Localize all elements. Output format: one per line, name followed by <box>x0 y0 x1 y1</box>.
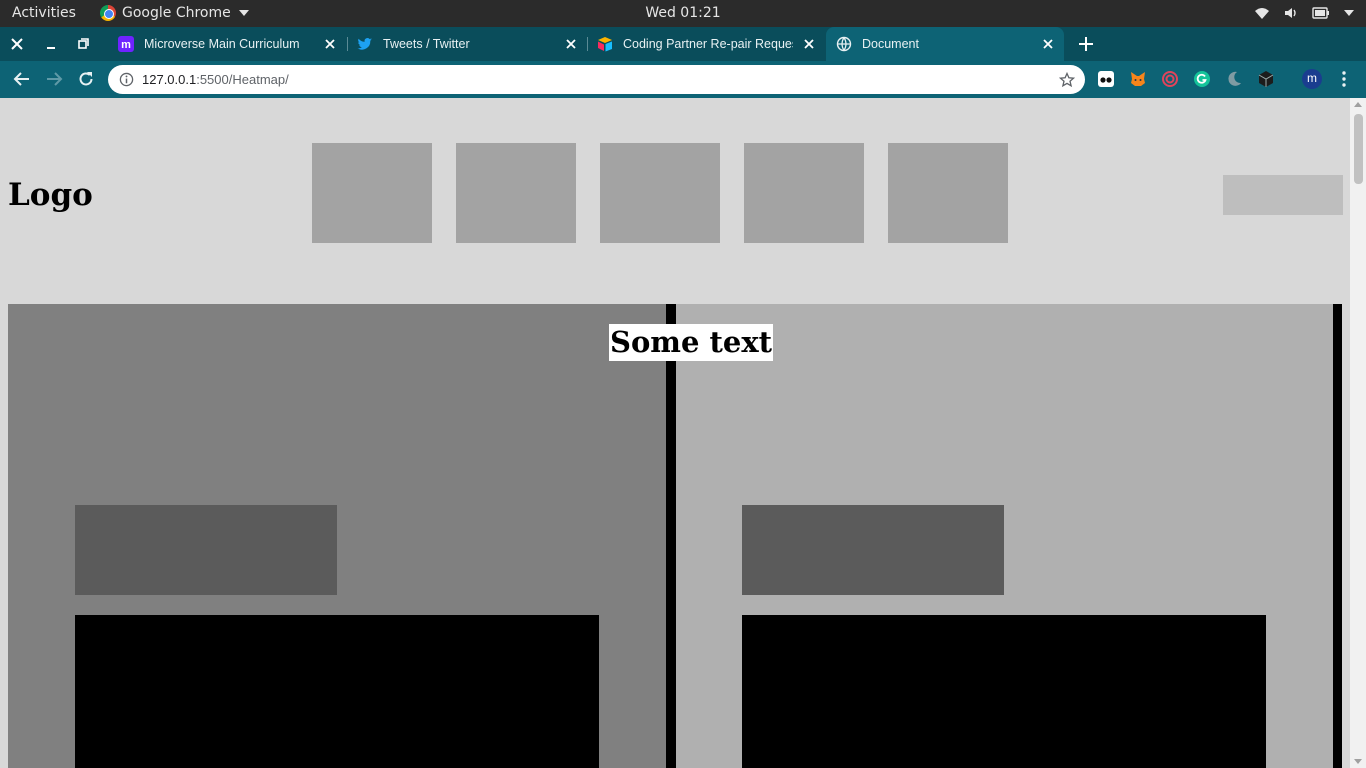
glasses-extension-icon[interactable] <box>1097 70 1115 88</box>
system-tray[interactable] <box>1254 6 1354 20</box>
svg-text:m: m <box>121 39 131 51</box>
spiral-extension-icon[interactable] <box>1161 70 1179 88</box>
microverse-icon: m <box>118 36 134 52</box>
close-window-icon[interactable] <box>9 36 25 52</box>
hero-heading: Some text <box>609 324 774 361</box>
right-panel-box <box>742 505 1004 595</box>
cube-extension-icon[interactable] <box>1257 70 1275 88</box>
airtable-icon <box>598 37 612 52</box>
wifi-icon <box>1255 8 1269 19</box>
chevron-down-icon <box>238 10 249 16</box>
nav-placeholder-3[interactable] <box>600 143 720 243</box>
tab-title: Coding Partner Re-pair Request <box>623 37 793 51</box>
tab-separator <box>587 37 588 51</box>
right-edge-bar <box>1333 304 1342 768</box>
reload-icon[interactable] <box>77 70 95 88</box>
url-host: 127.0.0.1 <box>142 72 197 87</box>
tab-document[interactable]: Document <box>826 27 1064 61</box>
system-top-bar: Activities Google Chrome Wed 01:21 <box>0 0 1366 27</box>
system-menu-caret-icon <box>1344 10 1354 16</box>
tab-strip: m Microverse Main Curriculum Tweets / Tw… <box>0 27 1366 61</box>
right-panel-dark-block <box>742 615 1266 768</box>
chrome-logo-icon <box>100 5 116 21</box>
activities-button[interactable]: Activities <box>12 5 76 21</box>
close-tab-icon[interactable] <box>322 36 338 52</box>
app-menu-label: Google Chrome <box>122 5 231 21</box>
logo[interactable]: Logo <box>8 177 93 213</box>
nav-placeholder-4[interactable] <box>744 143 864 243</box>
left-panel-dark-block <box>75 615 599 768</box>
browser-toolbar: 127.0.0.1:5500/Heatmap/ m <box>0 61 1366 98</box>
volume-icon <box>1285 8 1296 18</box>
info-icon[interactable] <box>119 72 134 87</box>
address-bar[interactable]: 127.0.0.1:5500/Heatmap/ <box>108 65 1085 94</box>
tab-separator <box>347 37 348 51</box>
right-panel <box>676 304 1333 768</box>
battery-icon <box>1312 7 1329 19</box>
nav-placeholder-2[interactable] <box>456 143 576 243</box>
header-button-placeholder[interactable] <box>1223 175 1343 215</box>
new-tab-icon[interactable] <box>1077 35 1095 53</box>
twitter-icon <box>357 38 372 50</box>
restore-window-icon[interactable] <box>75 36 91 52</box>
left-panel <box>8 304 666 768</box>
page-viewport: Logo Some text <box>0 98 1350 768</box>
url-text: 127.0.0.1:5500/Heatmap/ <box>142 72 289 87</box>
scroll-up-arrow-icon[interactable] <box>1354 102 1362 107</box>
nav-placeholder-5[interactable] <box>888 143 1008 243</box>
grammarly-extension-icon[interactable] <box>1193 70 1211 88</box>
globe-icon <box>836 36 852 52</box>
tab-coding-partner[interactable]: Coding Partner Re-pair Request <box>589 27 825 61</box>
tab-title: Microverse Main Curriculum <box>144 37 300 51</box>
close-tab-icon[interactable] <box>563 36 579 52</box>
left-panel-box <box>75 505 337 595</box>
url-path: :5500/Heatmap/ <box>196 72 289 87</box>
moon-extension-icon[interactable] <box>1225 70 1243 88</box>
tab-title: Tweets / Twitter <box>383 37 470 51</box>
app-menu[interactable]: Google Chrome <box>100 5 249 21</box>
page-scrollbar[interactable] <box>1350 98 1366 768</box>
tab-title: Document <box>862 37 919 51</box>
scrollbar-thumb[interactable] <box>1354 114 1363 184</box>
nav-placeholder-1[interactable] <box>312 143 432 243</box>
profile-avatar[interactable]: m <box>1302 69 1322 89</box>
panel-divider <box>666 304 676 768</box>
tab-microverse[interactable]: m Microverse Main Curriculum <box>110 27 346 61</box>
scroll-down-arrow-icon[interactable] <box>1354 759 1362 764</box>
back-arrow-icon[interactable] <box>13 70 31 88</box>
forward-arrow-icon[interactable] <box>45 70 63 88</box>
more-menu-icon[interactable] <box>1337 70 1351 88</box>
close-tab-icon[interactable] <box>801 36 817 52</box>
minimize-window-icon[interactable] <box>43 36 59 52</box>
bookmark-star-icon[interactable] <box>1059 72 1075 88</box>
tab-twitter[interactable]: Tweets / Twitter <box>349 27 587 61</box>
close-tab-icon[interactable] <box>1040 36 1056 52</box>
metamask-extension-icon[interactable] <box>1129 70 1147 88</box>
